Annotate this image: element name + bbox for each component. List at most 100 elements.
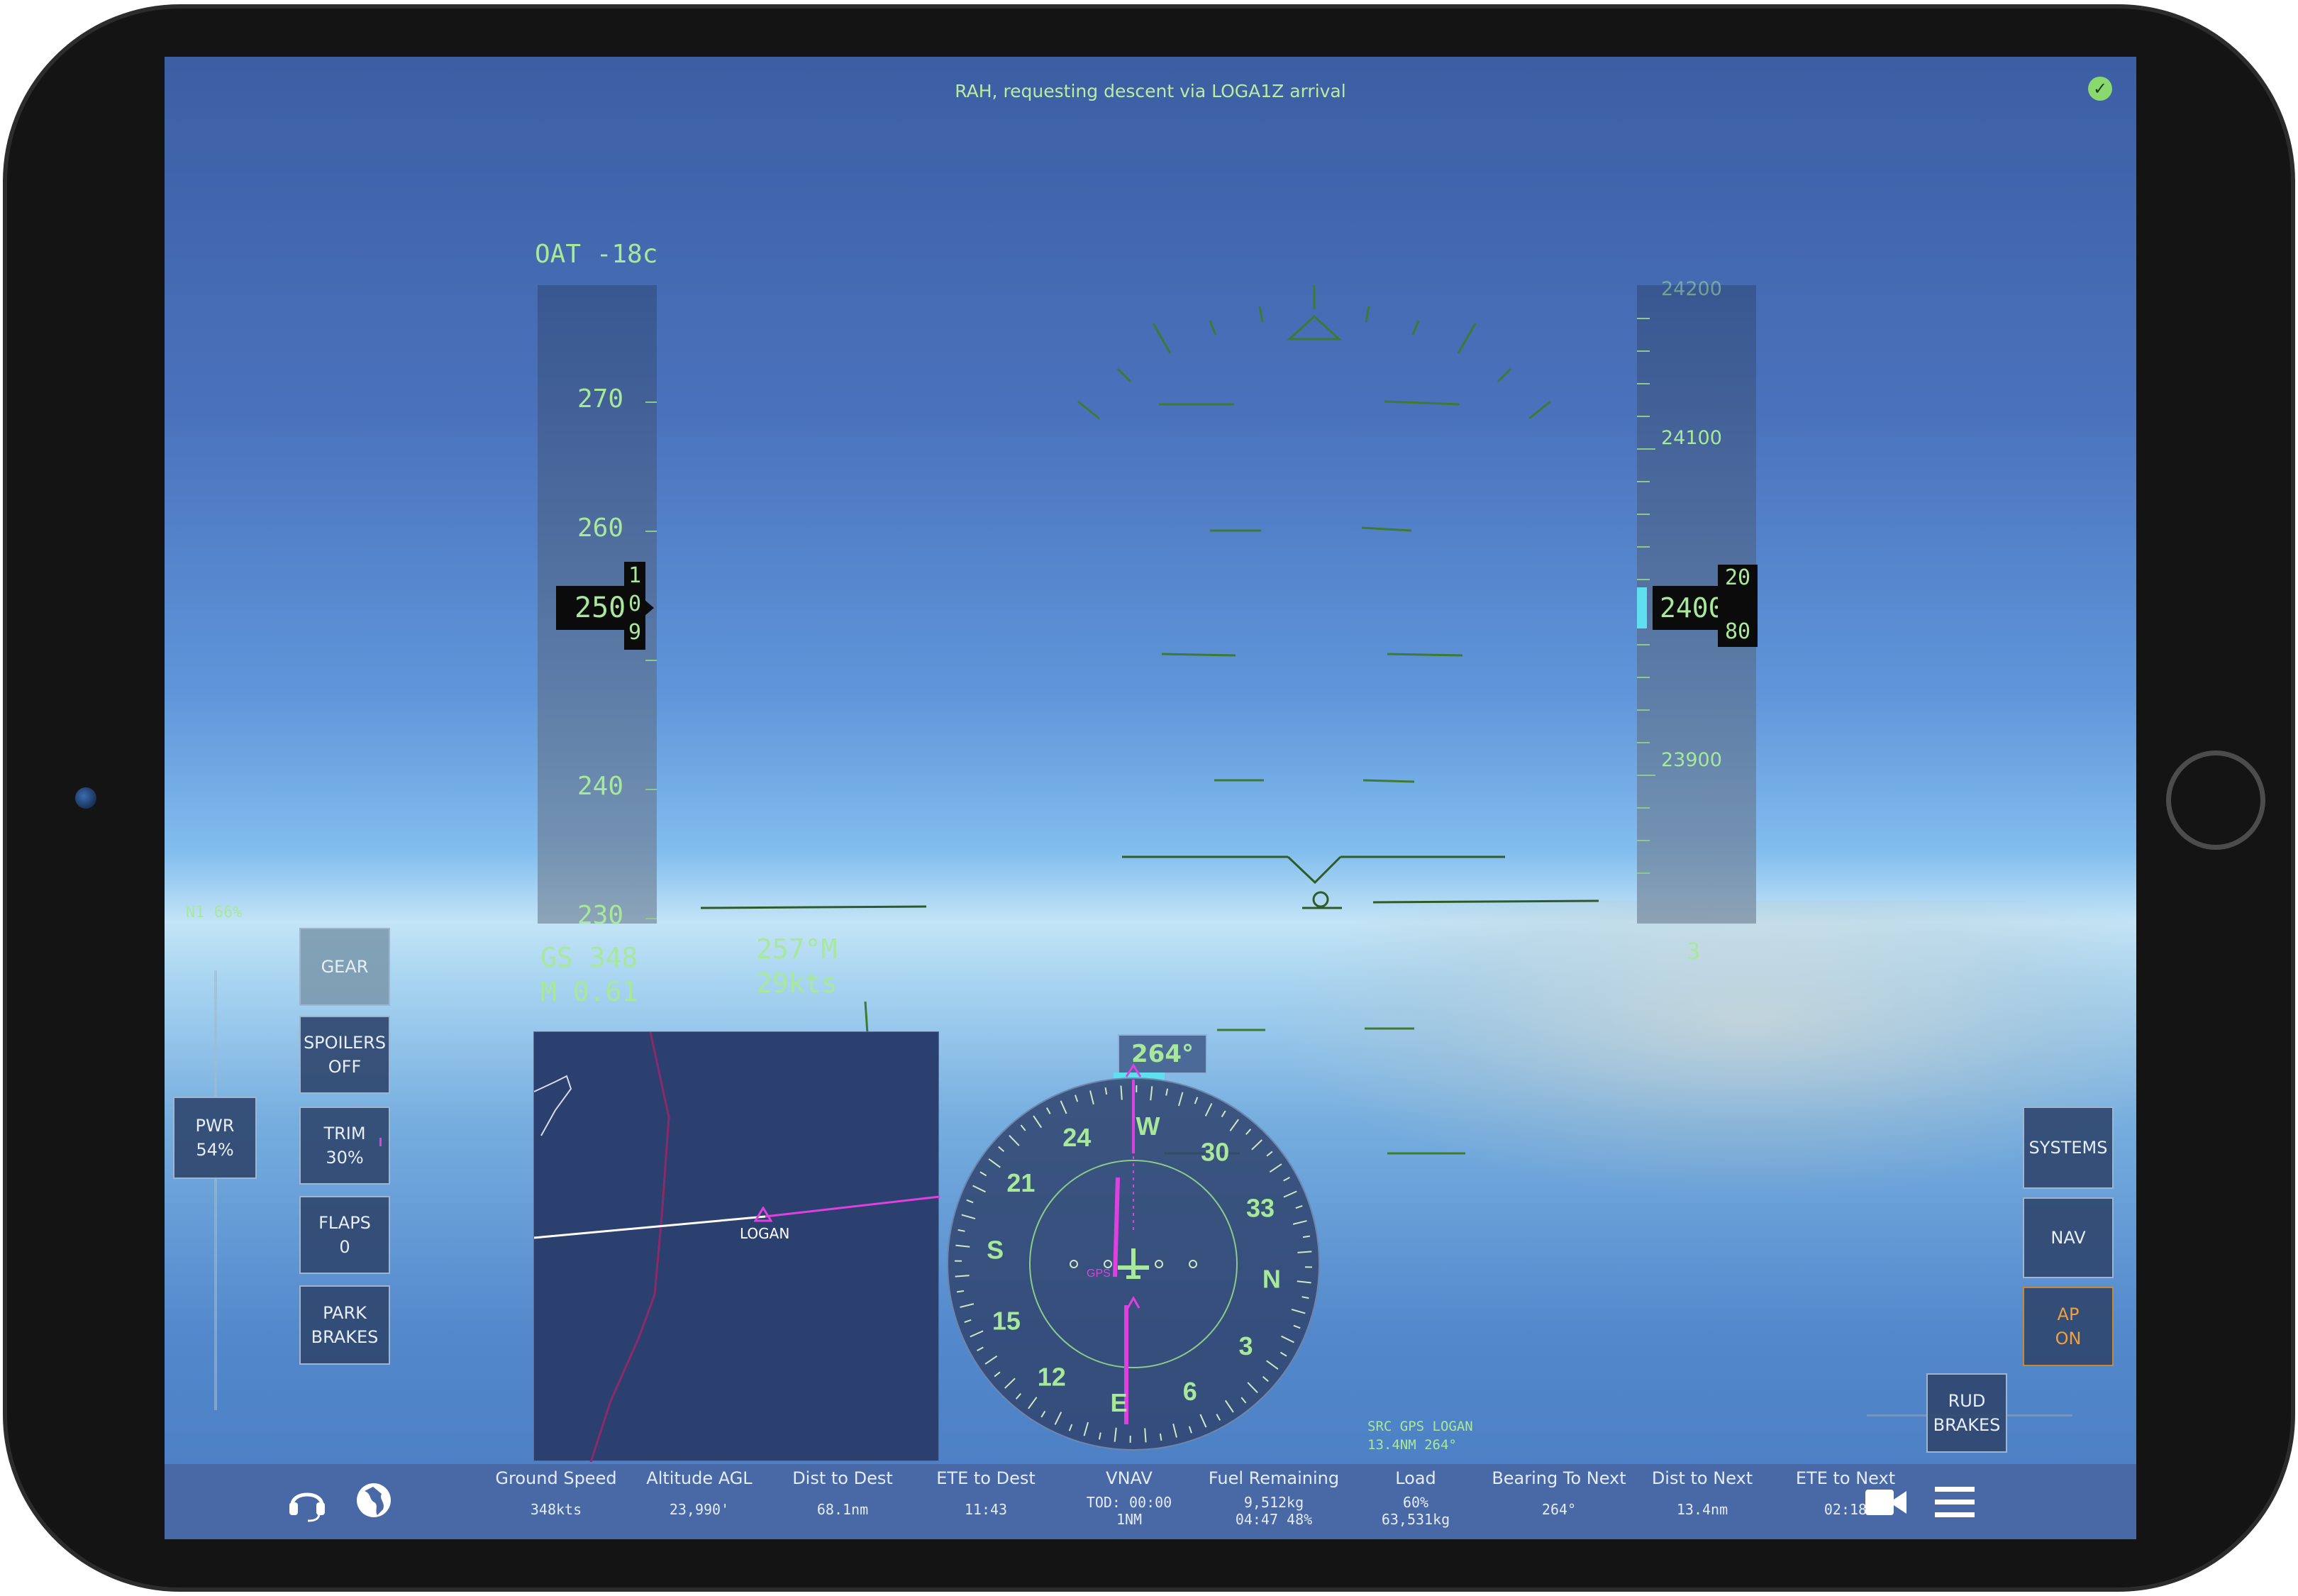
button-label: 0 — [339, 1237, 350, 1257]
airspeed-roll-digits: 1 0 9 — [624, 562, 645, 650]
roll-digit: 1 — [628, 563, 642, 588]
button-label: SYSTEMS — [2028, 1138, 2108, 1158]
button-label: RUD — [1948, 1391, 1986, 1411]
flaps-button[interactable]: FLAPS 0 — [299, 1196, 390, 1274]
stat-label: Altitude AGL — [646, 1468, 753, 1488]
wind-speed: 29kts — [756, 968, 838, 999]
stat-dist-to-next: Dist to Next 13.4nm — [1631, 1467, 1773, 1519]
speed-label: 240 — [577, 772, 624, 801]
altitude-tape-footer: 3 — [1687, 938, 1701, 965]
compass-label: 3 — [1239, 1331, 1253, 1361]
compass-label: 15 — [992, 1307, 1021, 1336]
stat-bearing-to-next: Bearing To Next 264° — [1488, 1467, 1630, 1519]
nav-source-label: SRC GPS LOGAN 13.4NM 264° — [1367, 1417, 1473, 1454]
mach-number: M 0.61 — [540, 976, 638, 1007]
stat-altitude-agl: Altitude AGL 23,990' — [628, 1467, 770, 1519]
waypoint-triangle-icon — [754, 1207, 772, 1222]
stat-value: 13.4nm — [1676, 1501, 1728, 1518]
nav-button[interactable]: NAV — [2023, 1197, 2114, 1278]
roll-digit: 0 — [628, 592, 642, 616]
speed-label: 230 — [577, 901, 624, 930]
status-bar: Ground Speed 348kts Altitude AGL 23,990'… — [165, 1464, 2136, 1539]
compass-label: 24 — [1062, 1123, 1091, 1152]
stat-label: Bearing To Next — [1492, 1468, 1626, 1488]
gps-label: GPS — [1087, 1268, 1111, 1280]
trim-indicator — [379, 1138, 382, 1146]
trim-button[interactable]: TRIM 30% — [299, 1107, 390, 1185]
camera-icon[interactable] — [1864, 1487, 1909, 1518]
wind-direction: 257°M — [756, 933, 838, 965]
button-label: TRIM — [323, 1124, 366, 1143]
roll-digit: 80 — [1724, 619, 1751, 644]
stat-fuel-remaining: Fuel Remaining 9,512kg 04:47 48% — [1203, 1467, 1345, 1528]
stat-vnav: VNAV TOD: 00:00 1NM — [1058, 1467, 1200, 1528]
button-label: NAV — [2050, 1228, 2086, 1248]
altitude-label: 23900 — [1661, 749, 1722, 771]
stat-value: 264° — [1541, 1501, 1577, 1518]
nav-source: SRC GPS LOGAN — [1367, 1419, 1473, 1434]
stat-label: Ground Speed — [495, 1468, 617, 1488]
roll-digit: 9 — [628, 620, 642, 645]
groundspeed-block: GS 348 M 0.61 — [540, 941, 638, 1009]
compass-label: N — [1262, 1264, 1281, 1293]
stat-label: ETE to Dest — [936, 1468, 1036, 1488]
nav-source-distance: 13.4NM 264° — [1367, 1437, 1457, 1453]
altitude-label: 24200 — [1661, 278, 1722, 300]
button-label: GEAR — [321, 957, 369, 977]
compass-tick — [1297, 1251, 1312, 1253]
button-label: PARK — [323, 1303, 367, 1323]
roll-digit: 20 — [1724, 565, 1751, 590]
speed-label: 270 — [577, 384, 624, 414]
button-label: 54% — [196, 1140, 234, 1160]
stat-ground-speed: Ground Speed 348kts — [485, 1467, 627, 1519]
button-label: ON — [2055, 1329, 2082, 1348]
compass-rose: GPS W 30 33 N 3 6 E 12 15 S 21 24 — [947, 1064, 1320, 1451]
globe-icon[interactable] — [355, 1481, 393, 1519]
stat-value: 04:47 48% — [1235, 1511, 1313, 1528]
stat-value: 11:43 — [964, 1501, 1008, 1518]
stat-dist-to-dest: Dist to Dest 68.1nm — [772, 1467, 914, 1519]
home-button[interactable] — [2166, 750, 2265, 850]
stat-value: 60% — [1402, 1494, 1429, 1511]
altitude-bug — [1637, 587, 1647, 628]
groundspeed: GS 348 — [540, 942, 638, 973]
button-label: AP — [2057, 1304, 2080, 1324]
outside-air-temp: OAT -18c — [535, 240, 658, 269]
gear-button[interactable]: GEAR — [299, 928, 390, 1006]
headset-icon[interactable] — [287, 1481, 328, 1522]
stat-value: 68.1nm — [816, 1501, 869, 1518]
airspeed-pointer — [644, 599, 654, 616]
button-label: OFF — [328, 1057, 362, 1077]
compass-label: 21 — [1006, 1168, 1035, 1197]
stat-label: VNAV — [1106, 1468, 1153, 1488]
button-label: BRAKES — [311, 1327, 379, 1347]
stat-value: 348kts — [530, 1501, 582, 1518]
stat-label: Fuel Remaining — [1208, 1468, 1340, 1488]
button-label: SPOILERS — [303, 1033, 387, 1053]
systems-button[interactable]: SYSTEMS — [2023, 1107, 2114, 1189]
screen: RAH, requesting descent via LOGA1Z arriv… — [165, 57, 2136, 1539]
park-brakes-button[interactable]: PARK BRAKES — [299, 1285, 390, 1365]
altitude-roll-digits: 20 00 80 — [1718, 565, 1758, 647]
map-lines — [534, 1032, 940, 1462]
power-button[interactable]: PWR 54% — [173, 1097, 257, 1179]
compass-label: W — [1136, 1112, 1160, 1141]
speed-label: 260 — [577, 514, 624, 543]
moving-map[interactable]: LOGAN — [533, 1031, 940, 1462]
compass-label: 30 — [1201, 1137, 1229, 1166]
button-label: BRAKES — [1933, 1415, 2001, 1435]
compass-tick — [955, 1275, 970, 1278]
autopilot-button[interactable]: AP ON — [2023, 1287, 2114, 1366]
throttle-slider[interactable] — [214, 970, 217, 1410]
menu-icon[interactable] — [1933, 1484, 1976, 1521]
compass-label: 12 — [1038, 1363, 1066, 1392]
spoilers-button[interactable]: SPOILERS OFF — [299, 1016, 390, 1094]
stat-load: Load 60% 63,531kg — [1345, 1467, 1487, 1528]
waypoint-label: LOGAN — [740, 1225, 790, 1242]
stat-value: 9,512kg — [1243, 1494, 1304, 1511]
button-label: 30% — [326, 1148, 364, 1168]
rudder-brakes-button[interactable]: RUD BRAKES — [1926, 1373, 2007, 1453]
stat-label: Dist to Dest — [792, 1468, 893, 1488]
n1-readout: N1 66% — [186, 904, 243, 921]
button-label: PWR — [195, 1116, 235, 1136]
